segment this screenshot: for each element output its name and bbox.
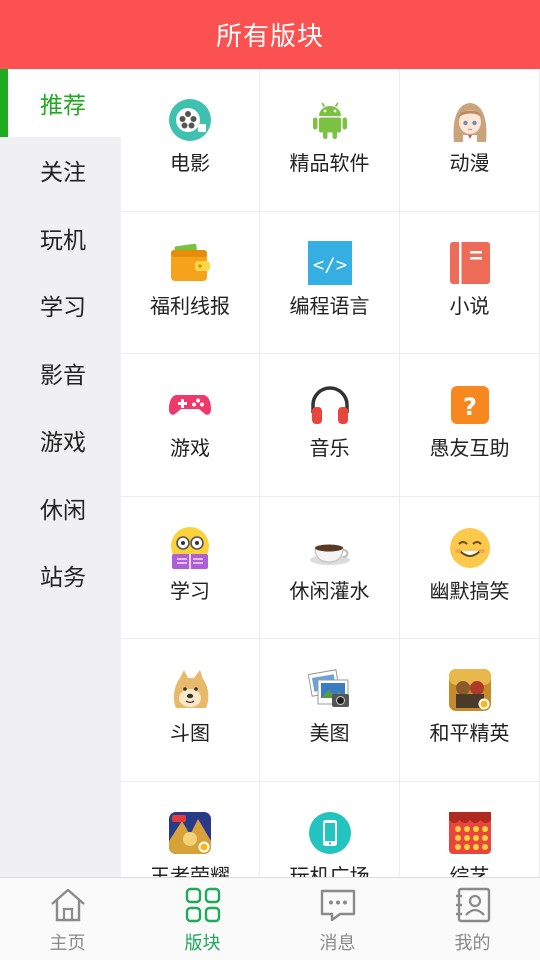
sidebar-item-label: 学习 [40,295,86,322]
android-icon [312,102,347,139]
sidebar-item-label: 玩机 [40,227,86,254]
board-tile-humor[interactable]: 幽默搞笑 [400,496,540,639]
honor-of-kings-icon [169,811,211,854]
board-label: 王者荣耀 [150,863,230,878]
tab-label: 我的 [454,933,491,954]
board-tile-mutual-help[interactable]: ? 愚友互助 [400,354,540,497]
tab-label: 消息 [319,933,356,954]
board-tile-novel[interactable]: 小说 [400,211,540,354]
board-label: 斗图 [170,721,210,745]
sidebar-item-phone[interactable]: 玩机 [0,204,121,272]
question-icon: ? [450,386,489,424]
board-tile-variety[interactable]: 综艺 [400,781,540,878]
tab-label: 版块 [184,933,221,954]
category-sidebar: 推荐 关注 玩机 学习 影音 游戏 休闲 站务 [0,69,121,877]
board-label: 休闲灌水 [289,578,370,603]
board-label: 小说 [449,293,490,318]
bottom-tab-bar: 主页 版块 消息 我的 [0,877,540,960]
board-grid-scroll[interactable]: 电影 精品软件 动漫 福利线报 </> 编程语言 小说 游戏 音乐 ? 愚友互助… [121,69,540,877]
board-label: 福利线报 [150,293,230,318]
sidebar-item-games[interactable]: 游戏 [0,407,121,475]
message-icon [320,889,355,922]
film-reel-icon [169,99,211,141]
tab-profile[interactable]: 我的 [405,878,540,960]
wallet-icon [171,243,210,281]
sidebar-item-label: 游戏 [40,430,86,457]
book-icon [449,241,490,284]
board-label: 玩机广场 [289,863,370,878]
coffee-cup-icon [309,544,350,565]
board-tile-anime[interactable]: 动漫 [400,69,540,212]
board-tile-photos[interactable]: 美图 [260,639,400,782]
board-tile-phone-square[interactable]: 玩机广场 [260,781,400,878]
sidebar-item-follow[interactable]: 关注 [0,137,121,205]
study-face-icon [171,526,209,569]
phone-icon [308,811,351,854]
board-label: 综艺 [449,863,490,878]
tab-home[interactable]: 主页 [0,878,135,960]
grid-icon [185,887,220,923]
sidebar-item-recommend[interactable]: 推荐 [0,69,121,137]
svg-text:?: ? [463,393,477,421]
board-label: 幽默搞笑 [429,578,510,603]
peace-elite-game-icon [448,669,491,711]
svg-text:</>: </> [312,254,346,276]
sidebar-item-site-affairs[interactable]: 站务 [0,542,121,610]
sidebar-item-label: 影音 [40,362,86,389]
code-icon: </> [307,240,352,285]
board-label: 美图 [309,721,350,745]
board-tile-music[interactable]: 音乐 [260,354,400,497]
board-tile-programming[interactable]: </> 编程语言 [260,211,400,354]
photos-icon [307,669,349,707]
tab-boards[interactable]: 版块 [135,878,270,960]
sidebar-item-label: 推荐 [40,92,86,119]
tab-label: 主页 [49,933,86,954]
board-label: 游戏 [170,436,210,460]
board-label: 音乐 [309,436,350,460]
board-label: 和平精英 [429,721,510,745]
board-tile-welfare[interactable]: 福利线报 [121,211,260,354]
page-header: 所有版块 [0,0,540,69]
board-label: 精品软件 [289,151,370,175]
board-label: 电影 [170,151,210,175]
board-tile-peace-elite[interactable]: 和平精英 [400,639,540,782]
board-tile-software[interactable]: 精品软件 [260,69,400,212]
board-grid: 电影 精品软件 动漫 福利线报 </> 编程语言 小说 游戏 音乐 ? 愚友互助… [121,69,540,877]
variety-stage-icon [448,811,491,854]
sidebar-item-leisure[interactable]: 休闲 [0,474,121,542]
anime-girl-icon [453,103,486,142]
board-tile-games[interactable]: 游戏 [121,354,260,497]
board-tile-honor-of-kings[interactable]: 王者荣耀 [121,781,260,878]
profile-icon [455,887,490,923]
sidebar-item-media[interactable]: 影音 [0,339,121,407]
headphones-icon [310,386,349,424]
board-tile-movie[interactable]: 电影 [121,69,260,212]
board-tile-meme[interactable]: 斗图 [121,639,260,782]
board-label: 学习 [170,578,210,603]
board-tile-study[interactable]: 学习 [121,496,260,639]
smile-face-icon [449,527,490,568]
sidebar-item-label: 关注 [40,160,86,187]
home-icon [50,888,85,922]
board-label: 动漫 [449,151,490,175]
sidebar-item-label: 站务 [40,565,86,592]
page-title: 所有版块 [215,22,324,52]
tab-messages[interactable]: 消息 [270,878,405,960]
board-label: 愚友互助 [429,436,510,460]
sidebar-item-label: 休闲 [40,497,86,524]
board-tile-chat[interactable]: 休闲灌水 [260,496,400,639]
gamepad-icon [169,395,211,415]
doge-icon [173,670,209,708]
sidebar-item-study[interactable]: 学习 [0,272,121,340]
board-label: 编程语言 [289,293,370,318]
